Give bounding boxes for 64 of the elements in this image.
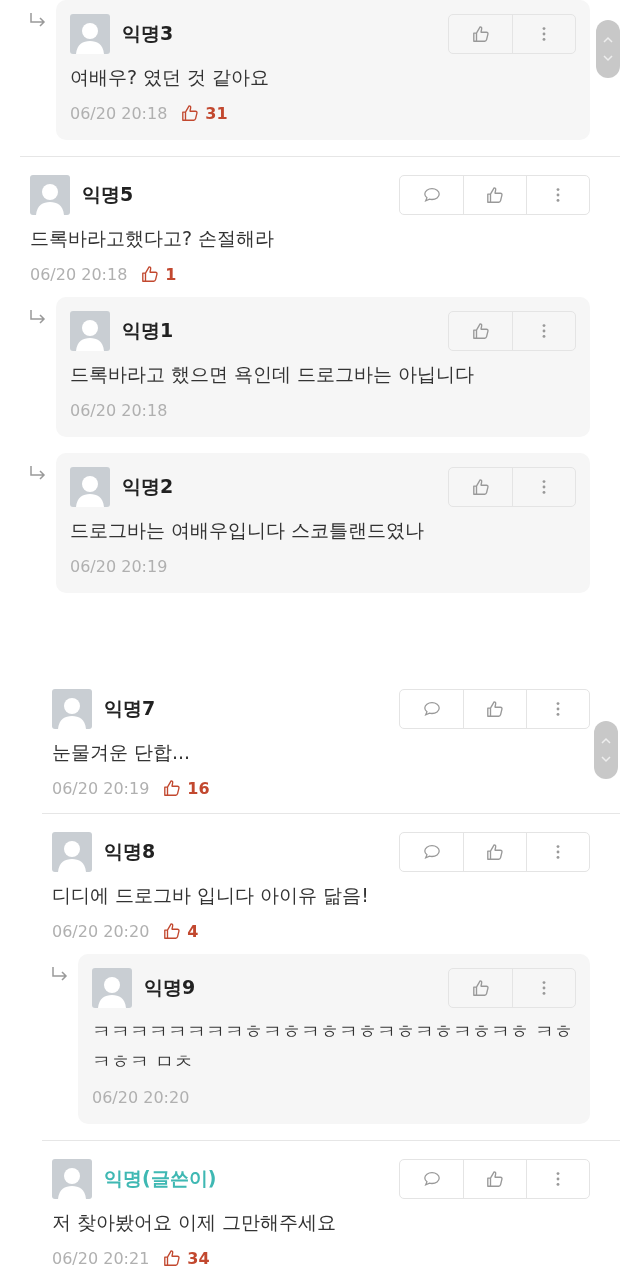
avatar-icon xyxy=(70,14,110,54)
more-icon xyxy=(555,843,561,861)
scroll-handle-icon xyxy=(596,20,620,78)
author-name: 익명(글쓴이) xyxy=(104,1166,218,1191)
thumbs-up-icon xyxy=(486,186,504,204)
author-name: 익명5 xyxy=(82,182,135,207)
reply-arrow-icon xyxy=(28,465,48,481)
reply-arrow-icon xyxy=(28,309,48,325)
timestamp: 06/20 20:20 xyxy=(92,1087,190,1107)
like-count: 4 xyxy=(187,921,199,941)
timestamp: 06/20 20:21 xyxy=(52,1248,150,1268)
speech-bubble-icon xyxy=(422,186,441,204)
more-icon xyxy=(541,979,547,997)
more-icon xyxy=(541,25,547,43)
more-icon xyxy=(555,700,561,718)
comment-text: 여배우? 였던 것 같아요 xyxy=(70,65,271,90)
author-name: 익명2 xyxy=(122,474,175,499)
avatar-icon xyxy=(70,467,110,507)
comment-text: 드록바라고했다고? 손절해라 xyxy=(30,226,276,251)
comment-text: 눈물겨운 단합... xyxy=(52,740,192,765)
speech-bubble-icon xyxy=(422,843,441,861)
thumbs-up-icon xyxy=(486,700,504,718)
like-count: 16 xyxy=(187,778,210,798)
thumbs-up-icon xyxy=(163,779,182,797)
author-name: 익명7 xyxy=(104,696,157,721)
thumbs-up-icon xyxy=(181,104,200,122)
avatar-icon xyxy=(92,968,132,1008)
speech-bubble-icon xyxy=(422,700,441,718)
author-name: 익명9 xyxy=(144,975,197,1000)
comment-text: 디디에 드로그바 입니다 아이유 닮음! xyxy=(52,883,370,908)
thumbs-up-icon xyxy=(486,843,504,861)
thumbs-up-icon xyxy=(486,1170,504,1188)
author-name: 익명3 xyxy=(122,21,175,46)
timestamp: 06/20 20:18 xyxy=(30,264,128,284)
comment-text: 저 찾아봤어요 이제 그만해주세요 xyxy=(52,1210,338,1235)
author-name: 익명8 xyxy=(104,839,157,864)
thumbs-up-icon xyxy=(471,322,490,340)
like-count: 1 xyxy=(165,264,177,284)
scroll-handle-icon xyxy=(594,721,618,779)
timestamp: 06/20 20:18 xyxy=(70,103,168,123)
more-icon xyxy=(555,186,561,204)
thumbs-up-icon xyxy=(163,922,182,940)
thumbs-up-icon xyxy=(471,478,490,496)
more-icon xyxy=(541,322,547,340)
timestamp: 06/20 20:19 xyxy=(70,556,168,576)
like-count: 31 xyxy=(205,103,228,123)
timestamp: 06/20 20:18 xyxy=(70,400,168,420)
thumbs-up-icon xyxy=(141,265,160,283)
like-count: 34 xyxy=(187,1248,210,1268)
author-name: 익명1 xyxy=(122,318,175,343)
more-icon xyxy=(555,1170,561,1188)
thumbs-up-icon xyxy=(163,1249,182,1267)
speech-bubble-icon xyxy=(422,1170,441,1188)
timestamp: 06/20 20:19 xyxy=(52,778,150,798)
more-icon xyxy=(541,478,547,496)
timestamp: 06/20 20:20 xyxy=(52,921,150,941)
reply-arrow-icon xyxy=(28,12,48,28)
comment-text: 드로그바는 여배우입니다 스코틀랜드였나 xyxy=(70,518,426,543)
reply-arrow-icon xyxy=(50,966,70,982)
comment-text: ㅋㅋㅋㅋㅋㅋㅋㅋㅎㅋㅎㅋㅎㅋㅎㅋㅎㅋㅎㅋㅎㅋㅎ ㅋㅎㅋㅎㅋ ㅁㅊ xyxy=(92,1019,575,1074)
comment-text: 드록바라고 했으면 욕인데 드로그바는 아닙니다 xyxy=(70,362,476,387)
thumbs-up-icon xyxy=(471,979,490,997)
thumbs-up-icon xyxy=(471,25,490,43)
avatar-icon xyxy=(70,311,110,351)
